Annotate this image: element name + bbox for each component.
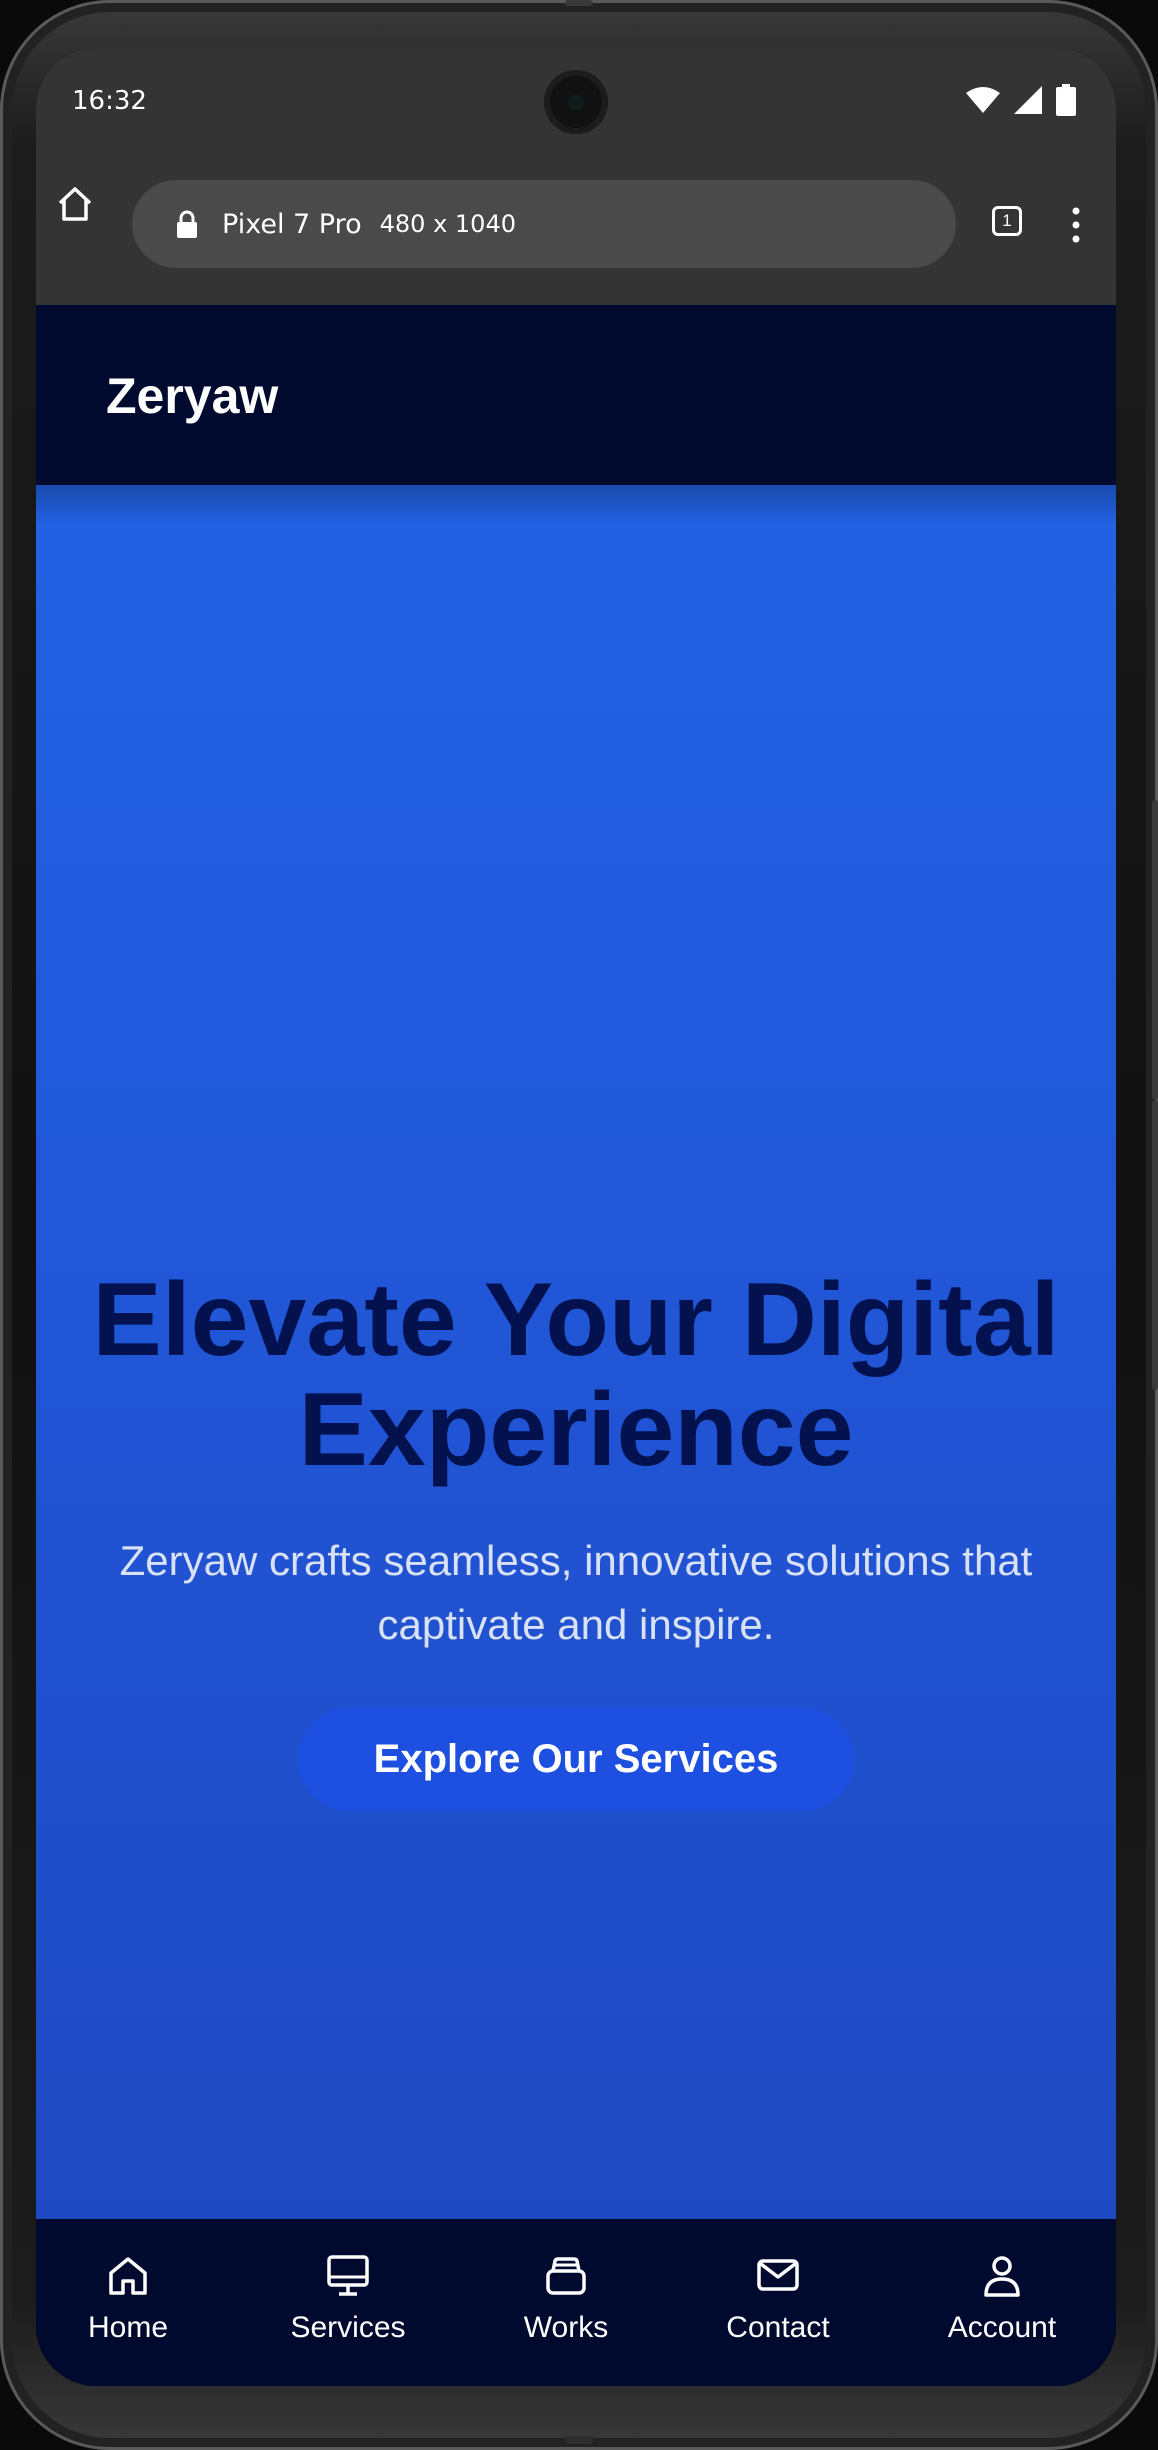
address-bar[interactable]: Pixel 7 Pro 480 x 1040 — [132, 180, 956, 268]
hero-subtitle-line-1: Zeryaw crafts seamless, innovative solut… — [119, 1537, 1033, 1584]
battery-icon — [1056, 84, 1076, 116]
hero-subtitle: Zeryaw crafts seamless, innovative solut… — [76, 1529, 1076, 1657]
monitor-icon — [327, 2255, 369, 2296]
phone-frame: 16:32 Pixel 7 Pro 480 x 1040 1 Zeryaw El… — [0, 0, 1158, 2450]
nav-label-home: Home — [87, 2311, 169, 2344]
more-vert-icon[interactable] — [1066, 205, 1086, 245]
nav-item-works[interactable]: Works — [466, 2251, 666, 2345]
screen: 16:32 Pixel 7 Pro 480 x 1040 1 Zeryaw El… — [36, 48, 1116, 2386]
site-header: Zeryaw — [36, 305, 1116, 485]
browser-toolbar: Pixel 7 Pro 480 x 1040 1 — [36, 153, 1116, 305]
browser-home-icon[interactable] — [50, 179, 100, 229]
device-name: Pixel 7 Pro — [222, 208, 362, 240]
wifi-icon — [966, 87, 1000, 113]
explore-services-button[interactable]: Explore Our Services — [298, 1707, 854, 1811]
nav-item-contact[interactable]: Contact — [678, 2251, 878, 2345]
tab-count: 1 — [992, 206, 1022, 236]
tab-switcher-button[interactable]: 1 — [992, 206, 1028, 242]
volume-button — [1152, 800, 1158, 1100]
signal-icon — [1014, 86, 1042, 114]
status-time: 16:32 — [72, 86, 147, 116]
front-camera — [544, 70, 608, 134]
hero-title: Elevate Your Digital Experience — [36, 1265, 1116, 1485]
hero-section: Elevate Your Digital Experience Zeryaw c… — [36, 485, 1116, 2219]
nav-label-contact: Contact — [726, 2311, 830, 2344]
status-icons — [966, 84, 1076, 116]
device-dimensions: 480 x 1040 — [379, 210, 516, 238]
nav-item-home[interactable]: Home — [36, 2251, 228, 2345]
nav-item-services[interactable]: Services — [248, 2251, 448, 2345]
mail-icon — [757, 2259, 799, 2291]
bottom-speaker — [565, 2436, 593, 2444]
nav-label-services: Services — [290, 2311, 406, 2344]
briefcase-icon — [546, 2257, 586, 2295]
status-bar: 16:32 — [36, 48, 1116, 153]
hero-title-line-1: Elevate Your Digital — [92, 1262, 1060, 1378]
nav-label-works: Works — [523, 2311, 609, 2344]
nav-item-account[interactable]: Account — [902, 2251, 1102, 2345]
site-logo[interactable]: Zeryaw — [106, 367, 278, 425]
home-icon — [109, 2257, 147, 2295]
top-notch-button — [565, 0, 593, 6]
bottom-navigation: Home Services Works Contact Account — [36, 2219, 1116, 2386]
hero-title-line-2: Experience — [298, 1372, 854, 1488]
power-button — [1152, 1100, 1158, 1390]
nav-label-account: Account — [947, 2311, 1057, 2344]
user-icon — [984, 2256, 1020, 2297]
lock-icon — [177, 210, 197, 238]
hero-subtitle-line-2: captivate and inspire. — [377, 1601, 775, 1648]
